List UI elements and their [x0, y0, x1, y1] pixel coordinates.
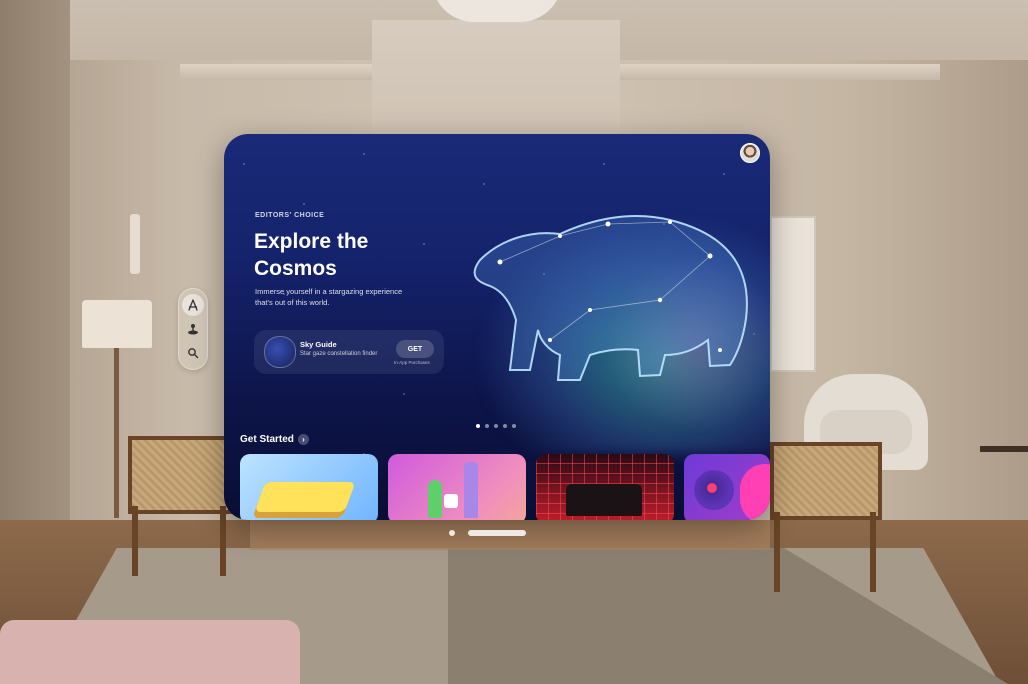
window-close-button[interactable]	[449, 530, 455, 536]
window-grabber[interactable]	[468, 530, 526, 536]
get-started-shelf	[240, 454, 770, 520]
page-dot[interactable]	[485, 424, 489, 428]
page-indicator[interactable]	[476, 424, 516, 428]
tab-arcade[interactable]	[182, 318, 204, 340]
bear-constellation-illustration	[473, 214, 748, 381]
cane-chair-right	[770, 442, 882, 592]
die-illustration	[444, 494, 458, 508]
get-button[interactable]: GET	[396, 340, 434, 358]
race-car-illustration	[566, 484, 642, 516]
wall-art	[770, 216, 816, 372]
section-title: Get Started	[240, 434, 294, 445]
in-app-purchases-note: In-App Purchases	[394, 360, 430, 365]
get-started-header[interactable]: Get Started ›	[240, 434, 309, 445]
chess-king-illustration	[464, 462, 478, 518]
hero-title: Explore the Cosmos	[254, 230, 369, 280]
wall-sconce	[130, 214, 140, 274]
app-card[interactable]	[240, 454, 378, 520]
ottoman	[0, 620, 300, 684]
account-avatar[interactable]	[740, 143, 760, 163]
floor-lamp-pole	[114, 348, 119, 518]
page-dot[interactable]	[512, 424, 516, 428]
app-store-window: EDITORS' CHOICE Explore the Cosmos Immer…	[224, 134, 770, 520]
tab-search[interactable]	[182, 342, 204, 364]
app-name: Sky Guide	[300, 340, 337, 349]
sky-guide-app-icon	[264, 336, 296, 368]
shape-illustration	[740, 464, 770, 520]
game-piece-illustration	[428, 480, 442, 518]
keyboard-illustration	[254, 482, 356, 512]
app-card[interactable]	[388, 454, 526, 520]
hero-subtitle: Immerse yourself in a stargazing experie…	[255, 287, 403, 307]
app-card[interactable]	[536, 454, 674, 520]
cane-chair-left	[128, 436, 232, 576]
hero-eyebrow: EDITORS' CHOICE	[255, 212, 325, 219]
app-card[interactable]	[684, 454, 770, 520]
app-tagline: Star gaze constellation finder	[300, 351, 378, 357]
page-dot[interactable]	[476, 424, 480, 428]
chevron-right-icon: ›	[297, 434, 309, 445]
tab-app-store[interactable]	[182, 294, 204, 316]
floor-lamp	[82, 300, 152, 348]
arcade-icon	[188, 324, 198, 335]
side-table	[980, 446, 1028, 452]
page-dot[interactable]	[503, 424, 507, 428]
app-lockup[interactable]: Sky Guide Star gaze constellation finder…	[254, 330, 444, 374]
orb-illustration	[694, 470, 734, 510]
chimney-breast	[372, 20, 620, 140]
search-icon	[188, 348, 199, 359]
tab-ornament	[178, 288, 208, 370]
page-dot[interactable]	[494, 424, 498, 428]
app-store-icon	[188, 299, 198, 311]
left-wall	[0, 0, 70, 560]
